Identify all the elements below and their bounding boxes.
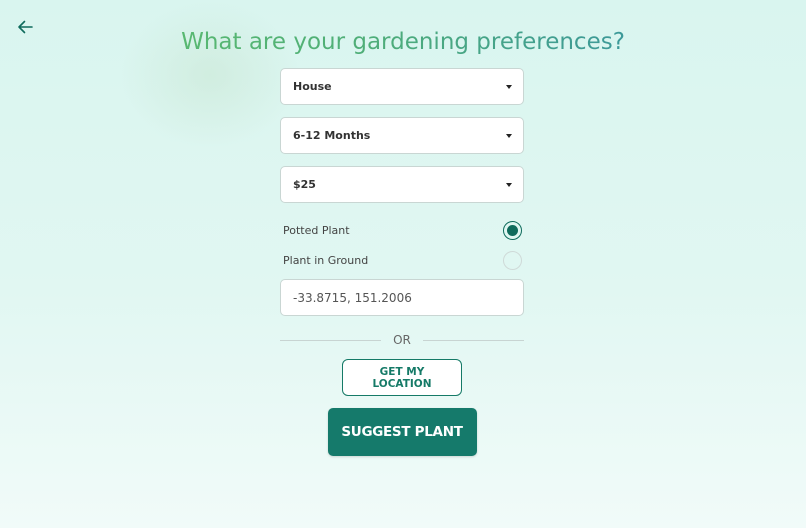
radio-label: Plant in Ground bbox=[283, 253, 369, 267]
coordinates-input[interactable] bbox=[280, 279, 524, 316]
duration-value: 6-12 Months bbox=[293, 129, 371, 142]
page-title: What are your gardening preferences? bbox=[0, 28, 806, 56]
caret-down-icon bbox=[506, 133, 512, 138]
divider-line bbox=[280, 339, 382, 341]
background-decoration bbox=[120, 0, 300, 150]
or-divider: OR bbox=[280, 330, 525, 350]
duration-select[interactable]: 6-12 Months bbox=[280, 117, 524, 154]
radio-option-plant-in-ground[interactable]: Plant in Ground bbox=[280, 245, 524, 275]
budget-value: $25 bbox=[293, 178, 316, 191]
preferences-form: House 6-12 Months $25 Potted Plant Plant… bbox=[280, 68, 525, 456]
caret-down-icon bbox=[506, 182, 512, 187]
location-type-value: House bbox=[293, 80, 332, 93]
plant-in-ground-radio[interactable] bbox=[503, 250, 522, 270]
budget-select[interactable]: $25 bbox=[280, 166, 524, 203]
radio-label: Potted Plant bbox=[283, 223, 350, 237]
potted-plant-radio[interactable] bbox=[503, 220, 522, 240]
caret-down-icon bbox=[506, 84, 512, 89]
divider-line bbox=[422, 339, 525, 341]
get-my-location-button[interactable]: GET MY LOCATION bbox=[342, 359, 462, 396]
location-type-select[interactable]: House bbox=[280, 68, 524, 105]
radio-option-potted-plant[interactable]: Potted Plant bbox=[280, 215, 524, 245]
or-text: OR bbox=[393, 333, 411, 347]
radio-selected-dot bbox=[507, 224, 518, 236]
suggest-plant-button[interactable]: SUGGEST PLANT bbox=[327, 408, 477, 456]
